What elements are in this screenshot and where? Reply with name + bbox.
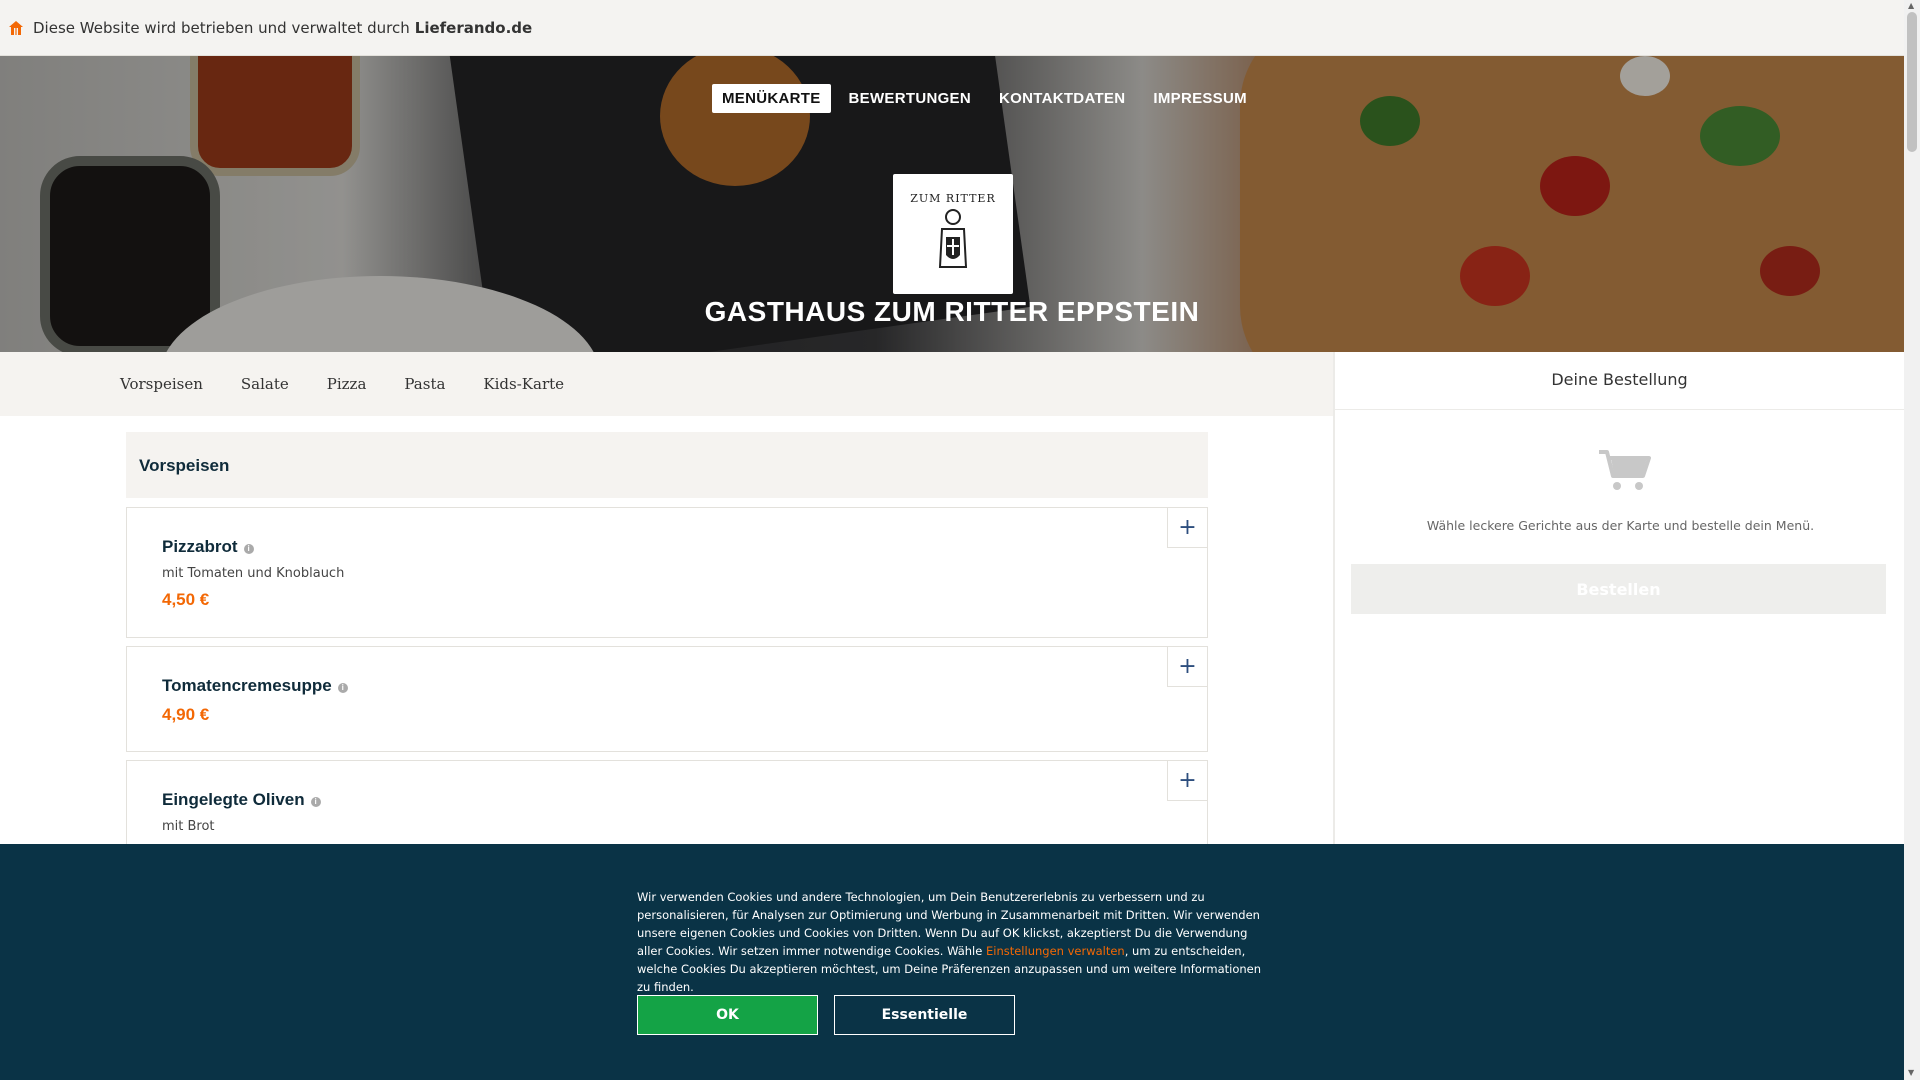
page-scrollbar[interactable]: ▲ ▼ [1904, 0, 1920, 1080]
restaurant-name: GASTHAUS ZUM RITTER EPPSTEIN [704, 296, 1200, 327]
house-icon [9, 20, 23, 35]
knight-icon [938, 208, 968, 268]
empty-cart-text: Wähle leckere Gerichte aus der Karte und… [1426, 518, 1815, 533]
item-name: Pizzabrot [162, 537, 238, 556]
restaurant-logo: ZUM RITTER [893, 174, 1013, 294]
info-icon[interactable]: i [310, 796, 321, 807]
cookie-text: Wir verwenden Cookies und andere Technol… [637, 888, 1267, 996]
item-description: mit Brot [162, 819, 215, 834]
nav-menukarte[interactable]: MENÜKARTE [712, 84, 831, 113]
scroll-down-icon[interactable]: ▼ [1908, 1068, 1914, 1077]
add-item-button[interactable]: + [1167, 760, 1208, 801]
section-title: Vorspeisen [126, 432, 1208, 498]
item-description: mit Tomaten und Knoblauch [162, 566, 345, 581]
operator-brand[interactable]: Lieferando.de [415, 19, 532, 37]
category-vorspeisen[interactable]: Vorspeisen [120, 375, 203, 393]
scrollbar-thumb[interactable] [1907, 12, 1917, 152]
add-item-button[interactable]: + [1167, 646, 1208, 687]
menu-item[interactable]: Tomatencremesuppe i 4,90 € + [126, 646, 1208, 752]
operator-bar: Diese Website wird betrieben und verwalt… [0, 0, 1904, 56]
item-price: 4,90 € [162, 705, 210, 724]
cookie-banner: Wir verwenden Cookies und andere Technol… [0, 844, 1904, 1080]
operator-text: Diese Website wird betrieben und verwalt… [33, 18, 410, 37]
category-pizza[interactable]: Pizza [327, 375, 367, 393]
category-nav: Vorspeisen Salate Pizza Pasta Kids-Karte [0, 352, 1333, 416]
info-icon[interactable]: i [243, 543, 254, 554]
menu-item[interactable]: Pizzabrot i mit Tomaten und Knoblauch 4,… [126, 507, 1208, 638]
nav-impressum[interactable]: IMPRESSUM [1143, 84, 1257, 113]
main-nav: MENÜKARTE BEWERTUNGEN KONTAKTDATEN IMPRE… [712, 84, 1257, 113]
cookie-essential-button[interactable]: Essentielle [834, 995, 1015, 1035]
nav-bewertungen[interactable]: BEWERTUNGEN [839, 84, 981, 113]
item-name: Tomatencremesuppe [162, 676, 332, 695]
cookie-settings-link[interactable]: Einstellungen verwalten [986, 944, 1125, 958]
item-name: Eingelegte Oliven [162, 790, 305, 809]
logo-text: ZUM RITTER [910, 191, 996, 205]
category-kids-karte[interactable]: Kids-Karte [483, 375, 564, 393]
cookie-ok-button[interactable]: OK [637, 995, 818, 1035]
nav-kontaktdaten[interactable]: KONTAKTDATEN [989, 84, 1135, 113]
cart-icon [1599, 450, 1651, 490]
order-title: Deine Bestellung [1335, 352, 1904, 410]
scroll-up-icon[interactable]: ▲ [1908, 1, 1914, 10]
category-salate[interactable]: Salate [241, 375, 289, 393]
add-item-button[interactable]: + [1167, 507, 1208, 548]
item-price: 4,50 € [162, 590, 210, 609]
order-button[interactable]: Bestellen [1351, 564, 1886, 614]
info-icon[interactable]: i [337, 682, 348, 693]
category-pasta[interactable]: Pasta [404, 375, 445, 393]
